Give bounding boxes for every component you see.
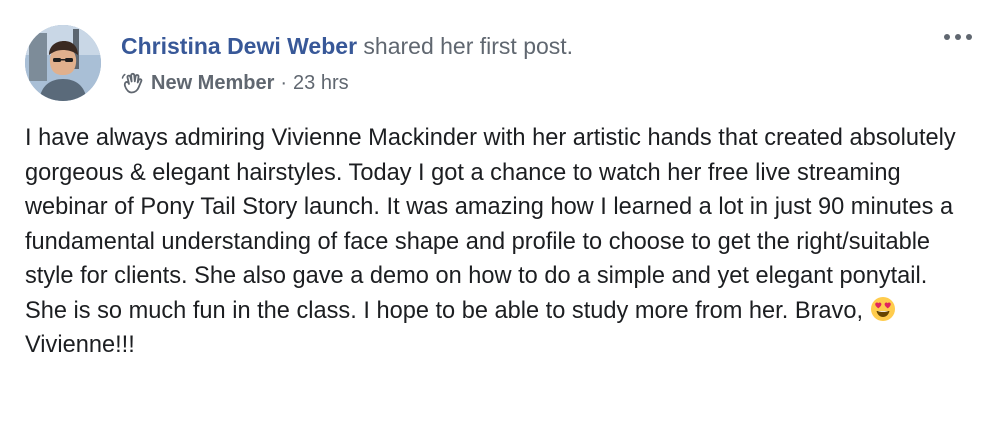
author-name-link[interactable]: Christina Dewi Weber <box>121 33 357 59</box>
post-body-text: I have always admiring Vivienne Mackinde… <box>25 125 956 324</box>
meta-separator: · <box>280 72 288 94</box>
author-avatar[interactable] <box>25 25 101 101</box>
post-title-line: Christina Dewi Weber shared her first po… <box>121 30 936 62</box>
post-action-text: shared her first post. <box>363 33 574 59</box>
avatar-photo <box>25 25 101 101</box>
post-header: Christina Dewi Weber shared her first po… <box>121 30 936 96</box>
heart-eyes-emoji <box>870 296 896 322</box>
post-body: I have always admiring Vivienne Mackinde… <box>25 121 975 363</box>
member-badge[interactable]: New Member <box>151 70 274 96</box>
post-body-text-end: Vivienne!!! <box>25 332 135 358</box>
feed-post: Christina Dewi Weber shared her first po… <box>0 0 996 440</box>
post-timestamp[interactable]: 23 hrs <box>293 70 349 96</box>
more-options-icon[interactable] <box>938 22 978 52</box>
post-meta: New Member · 23 hrs <box>121 70 936 96</box>
waving-hand-icon <box>121 72 143 94</box>
